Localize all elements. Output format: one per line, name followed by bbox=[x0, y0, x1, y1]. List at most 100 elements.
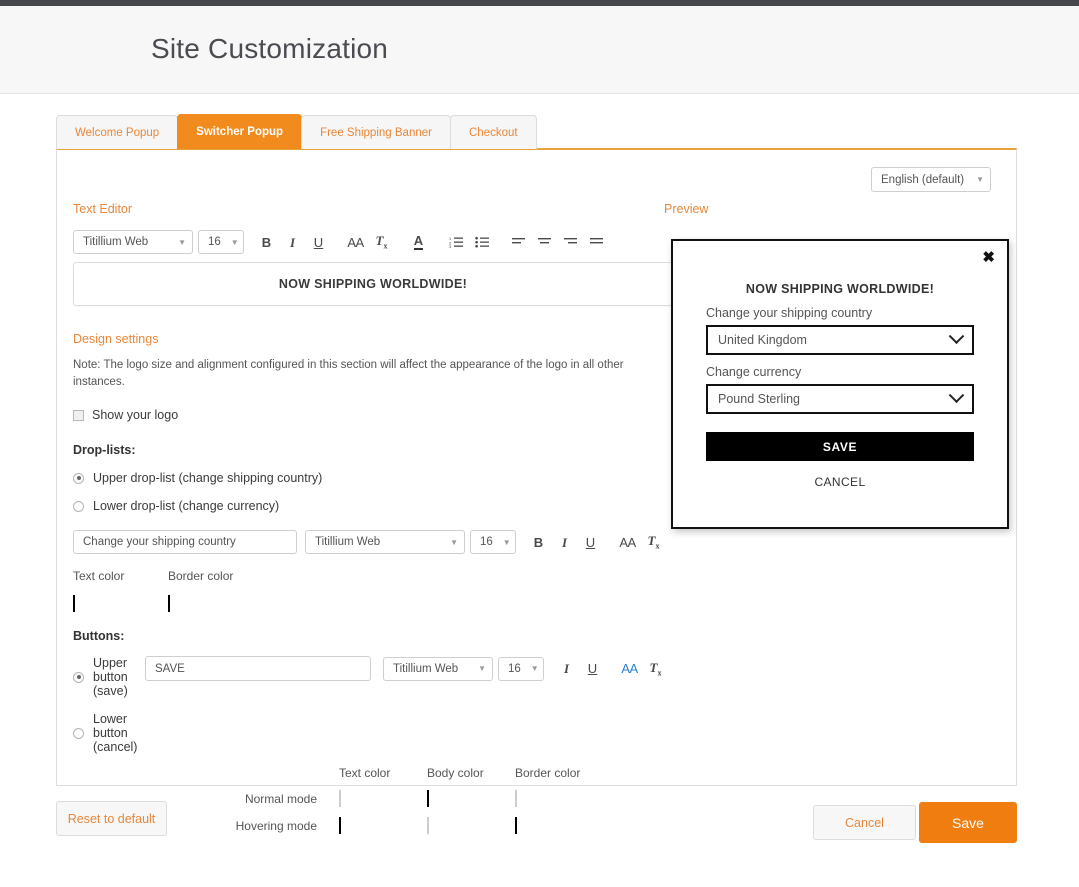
font-size-AA-icon[interactable]: AA bbox=[347, 232, 364, 252]
editor-content-text: NOW SHIPPING WORLDWIDE! bbox=[279, 277, 467, 291]
align-center-icon[interactable] bbox=[536, 232, 553, 252]
text-editor-toolbar: Titillium Web ▼ 16 ▼ B I U AA Tx A 123 bbox=[73, 229, 673, 255]
droplist-option-lower[interactable]: Lower drop-list (change currency) bbox=[73, 499, 673, 513]
text-color-icon[interactable]: A bbox=[410, 232, 427, 252]
show-logo-row[interactable]: Show your logo bbox=[73, 408, 673, 422]
droplists-label: Drop-lists: bbox=[73, 443, 673, 457]
droplist-text-color-swatch[interactable] bbox=[73, 595, 75, 612]
button-option-lower[interactable]: Lower button (cancel) bbox=[73, 712, 145, 754]
unordered-list-icon[interactable] bbox=[473, 232, 490, 252]
droplist-border-color-swatch[interactable] bbox=[168, 595, 170, 612]
italic-icon[interactable]: I bbox=[556, 532, 573, 552]
chevron-down-icon: ▼ bbox=[450, 538, 458, 547]
chevron-down-icon: ▼ bbox=[531, 664, 539, 673]
hover-body-color-swatch[interactable] bbox=[427, 817, 429, 834]
droplist-border-color-label: Border color bbox=[168, 569, 233, 583]
hover-text-color-swatch[interactable] bbox=[339, 817, 341, 834]
underline-icon[interactable]: U bbox=[582, 532, 599, 552]
align-right-icon[interactable] bbox=[562, 232, 579, 252]
clear-formatting-icon[interactable]: Tx bbox=[373, 232, 390, 252]
language-select-value: English (default) bbox=[881, 174, 964, 186]
font-size-value: 16 bbox=[208, 236, 221, 248]
hover-border-color-swatch[interactable] bbox=[515, 817, 517, 834]
button-lower-radio[interactable] bbox=[73, 728, 84, 739]
button-option-upper[interactable]: Upper button (save) bbox=[73, 656, 145, 698]
popup-currency-label: Change currency bbox=[706, 365, 974, 379]
cancel-button[interactable]: Cancel bbox=[813, 805, 916, 840]
normal-body-color-swatch[interactable] bbox=[427, 790, 429, 807]
button-body-color-header: Body color bbox=[427, 766, 515, 780]
popup-save-button[interactable]: SAVE bbox=[706, 432, 974, 461]
popup-country-select[interactable]: United Kingdom bbox=[706, 325, 974, 355]
button-formatting-icons: I U AA Tx bbox=[558, 659, 673, 679]
droplist-font-size-value: 16 bbox=[480, 536, 493, 548]
preview-section-label: Preview bbox=[664, 202, 1009, 216]
droplist-option-upper[interactable]: Upper drop-list (change shipping country… bbox=[73, 471, 673, 485]
tab-switcher-popup[interactable]: Switcher Popup bbox=[177, 114, 302, 149]
font-size-select[interactable]: 16 ▼ bbox=[198, 230, 244, 254]
droplist-font-family-select[interactable]: Titillium Web ▼ bbox=[305, 530, 465, 554]
bold-icon[interactable]: B bbox=[530, 532, 547, 552]
button-border-color-header: Border color bbox=[515, 766, 580, 780]
ordered-list-icon[interactable]: 123 bbox=[447, 232, 464, 252]
italic-icon[interactable]: I bbox=[558, 659, 575, 679]
button-text-value: SAVE bbox=[155, 663, 185, 675]
underline-icon[interactable]: U bbox=[584, 659, 601, 679]
customization-card: English (default) ▼ Text Editor Titilliu… bbox=[56, 148, 1017, 786]
bold-icon[interactable]: B bbox=[258, 232, 275, 252]
button-text-input[interactable]: SAVE bbox=[145, 656, 371, 681]
droplist-formatting-icons: B I U AA Tx bbox=[530, 532, 671, 552]
button-font-size-value: 16 bbox=[508, 663, 521, 675]
popup-currency-select[interactable]: Pound Sterling bbox=[706, 384, 974, 414]
tab-welcome-popup[interactable]: Welcome Popup bbox=[56, 115, 178, 149]
popup-cancel-button[interactable]: CANCEL bbox=[706, 475, 974, 489]
button-upper-radio[interactable] bbox=[73, 672, 84, 683]
chevron-down-icon: ▼ bbox=[503, 538, 511, 547]
font-family-select[interactable]: Titillium Web ▼ bbox=[73, 230, 193, 254]
droplist-lower-radio[interactable] bbox=[73, 501, 84, 512]
button-style-toolbar: SAVE Titillium Web ▼ 16 ▼ I U AA Tx bbox=[145, 656, 673, 681]
align-left-icon[interactable] bbox=[510, 232, 527, 252]
tab-free-shipping-banner[interactable]: Free Shipping Banner bbox=[301, 115, 451, 149]
popup-body: Change your shipping country United King… bbox=[673, 306, 1007, 489]
button-font-family-value: Titillium Web bbox=[393, 663, 458, 675]
editor-content-area[interactable]: NOW SHIPPING WORLDWIDE! bbox=[73, 262, 673, 306]
settings-column: Text Editor Titillium Web ▼ 16 ▼ B I U A… bbox=[73, 202, 673, 833]
font-size-AA-icon[interactable]: AA bbox=[619, 532, 636, 552]
buttons-section-label: Buttons: bbox=[73, 629, 673, 643]
clear-formatting-icon[interactable]: Tx bbox=[647, 659, 664, 679]
font-family-value: Titillium Web bbox=[83, 236, 148, 248]
formatting-icons: B I U AA Tx A 123 bbox=[258, 232, 614, 252]
show-logo-label: Show your logo bbox=[92, 408, 178, 422]
button-lower-label: Lower button (cancel) bbox=[93, 712, 145, 754]
show-logo-checkbox[interactable] bbox=[73, 410, 84, 421]
close-icon[interactable]: ✖ bbox=[982, 250, 995, 265]
underline-icon[interactable]: U bbox=[310, 232, 327, 252]
page-header: Site Customization bbox=[0, 6, 1079, 94]
droplist-style-toolbar: Change your shipping country Titillium W… bbox=[73, 529, 673, 555]
save-button[interactable]: Save bbox=[919, 802, 1017, 843]
language-select[interactable]: English (default) ▼ bbox=[871, 167, 991, 192]
tab-checkout[interactable]: Checkout bbox=[450, 115, 537, 149]
normal-text-color-swatch[interactable] bbox=[339, 790, 341, 807]
font-size-AA-icon[interactable]: AA bbox=[621, 659, 638, 679]
text-editor-section-label: Text Editor bbox=[73, 202, 673, 216]
popup-country-label: Change your shipping country bbox=[706, 306, 974, 320]
reset-to-default-button[interactable]: Reset to default bbox=[56, 801, 167, 836]
button-text-color-header: Text color bbox=[339, 766, 427, 780]
droplist-font-size-select[interactable]: 16 ▼ bbox=[470, 530, 516, 554]
droplist-text-input[interactable]: Change your shipping country bbox=[73, 530, 297, 554]
droplist-upper-radio[interactable] bbox=[73, 473, 84, 484]
droplist-color-swatches bbox=[73, 596, 673, 611]
clear-formatting-icon[interactable]: Tx bbox=[645, 532, 662, 552]
buttons-config-row: Upper button (save) Lower button (cancel… bbox=[73, 656, 673, 754]
button-font-family-select[interactable]: Titillium Web ▼ bbox=[383, 657, 493, 681]
language-selector-wrapper: English (default) ▼ bbox=[871, 167, 991, 192]
button-upper-label: Upper button (save) bbox=[93, 656, 145, 698]
align-justify-icon[interactable] bbox=[588, 232, 605, 252]
button-font-size-select[interactable]: 16 ▼ bbox=[498, 657, 544, 681]
normal-border-color-swatch[interactable] bbox=[515, 790, 517, 807]
italic-icon[interactable]: I bbox=[284, 232, 301, 252]
droplist-lower-label: Lower drop-list (change currency) bbox=[93, 499, 279, 513]
chevron-down-icon: ▼ bbox=[231, 238, 239, 247]
